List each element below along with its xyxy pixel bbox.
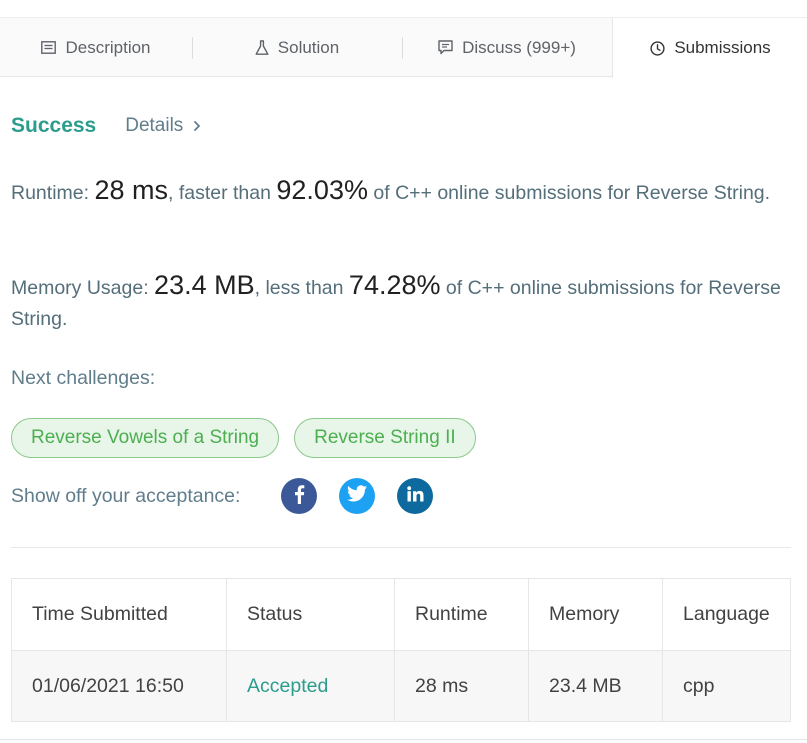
column-header-language: Language (662, 578, 791, 651)
tab-label: Submissions (674, 38, 771, 57)
runtime-mid-text: , faster than (167, 182, 277, 204)
memory-summary: Memory Usage: 23.4 MB, less than 74.28% … (11, 270, 781, 335)
twitter-icon (347, 485, 368, 507)
table-row: 01/06/2021 16:50 Accepted 28 ms 23.4 MB … (11, 650, 791, 722)
memory-label: Memory Usage: (11, 277, 155, 299)
social-buttons (281, 478, 434, 514)
submissions-table: Time Submitted Status Runtime Memory Lan… (11, 578, 791, 722)
tab-description[interactable]: Description (0, 18, 192, 77)
cell-runtime: 28 ms (394, 650, 529, 722)
chevron-right-icon (193, 120, 201, 132)
cell-time-submitted: 01/06/2021 16:50 (11, 650, 227, 722)
linkedin-share-button[interactable] (397, 478, 434, 514)
tab-submissions[interactable]: Submissions (612, 18, 807, 78)
tab-label: Solution (277, 37, 340, 57)
linkedin-icon (407, 485, 424, 507)
challenge-chip-reverse-vowels[interactable]: Reverse Vowels of a String (11, 418, 280, 458)
cell-language: cpp (662, 650, 791, 722)
bottom-divider (0, 739, 807, 740)
column-header-runtime: Runtime (394, 578, 529, 651)
section-divider (11, 547, 791, 548)
submission-page: Description Solution Discuss (999+) Subm… (0, 0, 807, 743)
clock-icon (650, 40, 665, 56)
column-header-time-submitted: Time Submitted (11, 578, 227, 651)
share-row: Show off your acceptance: (11, 478, 434, 514)
tab-bar: Description Solution Discuss (999+) Subm… (0, 17, 807, 78)
challenge-chip-reverse-string-ii[interactable]: Reverse String II (294, 418, 476, 458)
description-icon (41, 41, 57, 54)
flask-icon (255, 39, 269, 56)
memory-percentile: 74.28% (348, 270, 441, 300)
cell-memory: 23.4 MB (528, 650, 663, 722)
share-label: Show off your acceptance: (11, 484, 241, 507)
memory-value: 23.4 MB (154, 270, 255, 300)
cell-status-link[interactable]: Accepted (226, 650, 395, 722)
tab-label: Description (65, 37, 151, 57)
facebook-share-button[interactable] (281, 478, 318, 514)
tab-discuss[interactable]: Discuss (999+) (402, 18, 612, 77)
details-label: Details (125, 115, 184, 136)
comment-icon (438, 40, 453, 55)
next-challenges-list: Reverse Vowels of a String Reverse Strin… (11, 418, 476, 458)
runtime-summary: Runtime: 28 ms, faster than 92.03% of C+… (11, 175, 781, 209)
runtime-tail-text: of C++ online submissions for Reverse St… (367, 182, 771, 204)
table-header-row: Time Submitted Status Runtime Memory Lan… (11, 578, 791, 651)
memory-mid-text: , less than (254, 277, 349, 299)
result-header: Success Details (11, 114, 201, 138)
details-link[interactable]: Details (125, 115, 201, 137)
twitter-share-button[interactable] (339, 478, 376, 514)
success-status: Success (11, 114, 97, 137)
column-header-memory: Memory (528, 578, 663, 651)
tab-solution[interactable]: Solution (192, 18, 402, 77)
facebook-icon (293, 484, 305, 509)
runtime-label: Runtime: (11, 182, 95, 204)
runtime-value: 28 ms (94, 175, 168, 205)
tab-label: Discuss (999+) (462, 37, 576, 57)
next-challenges-label: Next challenges: (11, 367, 156, 389)
column-header-status: Status (226, 578, 395, 651)
runtime-percentile: 92.03% (276, 175, 368, 205)
